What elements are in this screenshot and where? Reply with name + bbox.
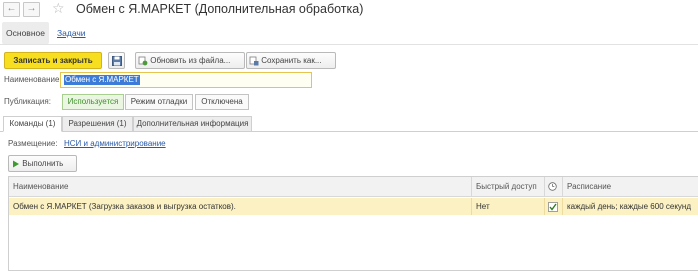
clock-icon [548,182,557,192]
save-as-button[interactable]: Сохранить как... [246,52,336,69]
save-button[interactable] [108,52,125,69]
name-field-value: Обмен с Я.МАРКЕТ [64,75,140,85]
back-button[interactable]: ← [3,2,20,17]
load-from-file-button[interactable]: Обновить из файла... [135,52,245,69]
column-header-schedule[interactable]: Расписание [563,177,698,197]
run-button[interactable]: Выполнить [8,155,77,172]
placement-link[interactable]: НСИ и администрирование [64,139,166,148]
placement-label: Размещение: [8,139,58,148]
table-row[interactable]: Обмен с Я.МАРКЕТ (Загрузка заказов и выг… [9,198,698,215]
publication-option-disabled[interactable]: Отключена [195,94,249,110]
window-title: Обмен с Я.МАРКЕТ (Дополнительная обработ… [76,2,364,16]
tab-main[interactable]: Основное [2,22,49,44]
name-field[interactable]: Обмен с Я.МАРКЕТ [60,72,312,88]
commands-table: Наименование Быстрый доступ Расписание О… [8,176,698,271]
column-header-quick-access[interactable]: Быстрый доступ [472,177,545,197]
arrow-right-icon: → [26,3,37,14]
publication-label: Публикация: [4,97,51,106]
tab-commands[interactable]: Команды (1) [3,116,62,132]
play-icon [13,160,19,168]
write-and-close-button[interactable]: Записать и закрыть [4,52,102,69]
tab-permissions[interactable]: Разрешения (1) [62,116,133,132]
row-quick-access[interactable]: Нет [472,198,545,215]
run-button-label: Выполнить [22,159,64,168]
header-divider [0,44,698,45]
load-from-file-label: Обновить из файла... [150,56,231,65]
row-schedule[interactable]: каждый день; каждые 600 секунд [563,198,698,215]
tab-additional-info[interactable]: Дополнительная информация [133,116,252,132]
favorite-star-icon[interactable]: ☆ [52,0,65,16]
tab-tasks[interactable]: Задачи [57,22,86,44]
arrow-left-icon: ← [6,3,17,14]
publication-option-debug[interactable]: Режим отладки [125,94,193,110]
tabs-divider [0,131,698,132]
name-label: Наименование: [4,75,62,84]
column-header-schedule-flag[interactable] [545,177,563,197]
refresh-file-icon [138,56,148,66]
row-schedule-checkbox[interactable] [545,198,563,215]
floppy-disk-icon [111,55,122,66]
forward-button[interactable]: → [23,2,40,17]
publication-option-used[interactable]: Используется [62,94,124,110]
checkmark-icon [548,201,558,212]
column-header-name[interactable]: Наименование [9,177,472,197]
save-file-icon [249,56,259,66]
row-name: Обмен с Я.МАРКЕТ (Загрузка заказов и выг… [9,198,472,215]
save-as-label: Сохранить как... [261,56,322,65]
